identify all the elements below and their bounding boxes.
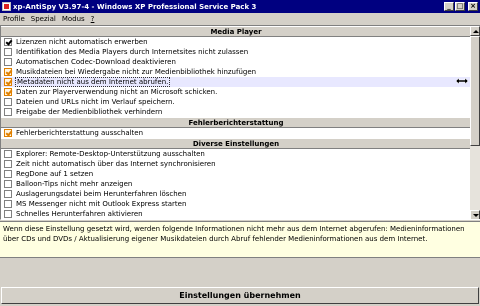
setting-checkbox[interactable] xyxy=(4,48,12,56)
settings-list-panel: Media Player Lizenzen nicht automatisch e… xyxy=(0,25,480,220)
settings-list: Media Player Lizenzen nicht automatisch e… xyxy=(1,26,471,220)
setting-row[interactable]: Auslagerungsdatei beim Herunterfahren lö… xyxy=(1,189,471,199)
setting-label: Fehlerberichterstattung ausschalten xyxy=(16,129,144,137)
setting-checkbox[interactable] xyxy=(4,200,12,208)
scroll-thumb[interactable] xyxy=(470,36,480,146)
section-header: Fehlerberichterstattung xyxy=(1,117,471,128)
setting-label: Freigabe der Medienbibliothek verhindern xyxy=(16,108,163,116)
resize-cursor-icon xyxy=(456,77,468,85)
menu-help[interactable]: ? xyxy=(91,15,95,23)
menu-bar: Profile Spezial Modus ? xyxy=(0,13,480,25)
setting-checkbox[interactable] xyxy=(4,180,12,188)
setting-label: Schnelles Herunterfahren aktivieren xyxy=(16,210,143,218)
setting-label: Zeit nicht automatisch über das Internet… xyxy=(16,160,216,168)
setting-label: Dateien und URLs nicht im Verlauf speich… xyxy=(16,98,175,106)
setting-label: RegDone auf 1 setzen xyxy=(16,170,94,178)
setting-label: Lizenzen nicht automatisch erwerben xyxy=(16,38,148,46)
setting-checkbox[interactable] xyxy=(4,170,12,178)
setting-row[interactable]: Metadaten nicht aus dem Internet abrufen… xyxy=(1,77,471,87)
minimize-button[interactable]: _ xyxy=(444,2,454,11)
section-header: Media Player xyxy=(1,26,471,37)
setting-checkbox[interactable] xyxy=(4,98,12,106)
setting-description: Wenn diese Einstellung gesetzt wird, wer… xyxy=(0,221,480,258)
setting-row[interactable]: Explorer: Remote-Desktop-Unterstützung a… xyxy=(1,149,471,159)
setting-row[interactable]: Musikdateien bei Wiedergabe nicht zur Me… xyxy=(1,67,471,77)
section-header: Diverse Einstellungen xyxy=(1,138,471,149)
setting-checkbox[interactable] xyxy=(4,68,12,76)
setting-row[interactable]: Lizenzen nicht automatisch erwerben xyxy=(1,37,471,47)
menu-profile[interactable]: Profile xyxy=(3,15,25,23)
setting-row[interactable]: Daten zur Playerverwendung nicht an Micr… xyxy=(1,87,471,97)
menu-modus[interactable]: Modus xyxy=(62,15,85,23)
setting-checkbox[interactable] xyxy=(4,58,12,66)
setting-label: Explorer: Remote-Desktop-Unterstützung a… xyxy=(16,150,205,158)
setting-row[interactable]: Dateien und URLs nicht im Verlauf speich… xyxy=(1,97,471,107)
setting-checkbox[interactable] xyxy=(4,88,12,96)
scroll-down-button[interactable] xyxy=(470,210,480,219)
menu-spezial[interactable]: Spezial xyxy=(31,15,56,23)
setting-label: Identifikation des Media Players durch I… xyxy=(16,48,249,56)
setting-label: Auslagerungsdatei beim Herunterfahren lö… xyxy=(16,190,187,198)
setting-checkbox[interactable] xyxy=(4,190,12,198)
setting-row[interactable]: Identifikation des Media Players durch I… xyxy=(1,47,471,57)
setting-row[interactable]: MS Messenger nicht mit Outlook Express s… xyxy=(1,199,471,209)
setting-row[interactable]: Fehlerberichterstattung ausschalten xyxy=(1,128,471,138)
setting-row[interactable]: Automatischen Codec-Download deaktiviere… xyxy=(1,57,471,67)
window-controls: _ □ × xyxy=(444,2,478,11)
setting-checkbox[interactable] xyxy=(4,129,12,137)
vertical-scrollbar[interactable] xyxy=(470,26,480,219)
setting-label: Automatischen Codec-Download deaktiviere… xyxy=(16,58,176,66)
setting-row[interactable]: Balloon-Tips nicht mehr anzeigen xyxy=(1,179,471,189)
window-title: xp-AntiSpy V3.97-4 - Windows XP Professi… xyxy=(13,2,257,11)
setting-label: Balloon-Tips nicht mehr anzeigen xyxy=(16,180,133,188)
apply-settings-button[interactable]: Einstellungen übernehmen xyxy=(1,287,479,304)
setting-row[interactable]: RegDone auf 1 setzen xyxy=(1,169,471,179)
title-bar: xp-AntiSpy V3.97-4 - Windows XP Professi… xyxy=(0,0,480,13)
setting-row[interactable]: Freigabe der Medienbibliothek verhindern xyxy=(1,107,471,117)
setting-checkbox[interactable] xyxy=(4,78,12,86)
setting-row[interactable]: Aufruf von Regedit nicht zulassen xyxy=(1,219,471,220)
setting-checkbox[interactable] xyxy=(4,108,12,116)
setting-checkbox[interactable] xyxy=(4,160,12,168)
close-button[interactable]: × xyxy=(468,2,478,11)
maximize-button[interactable]: □ xyxy=(455,2,465,11)
setting-row[interactable]: Schnelles Herunterfahren aktivieren xyxy=(1,209,471,219)
app-icon xyxy=(2,2,11,11)
setting-label: Daten zur Playerverwendung nicht an Micr… xyxy=(16,88,218,96)
setting-checkbox[interactable] xyxy=(4,38,12,46)
setting-checkbox[interactable] xyxy=(4,210,12,218)
setting-checkbox[interactable] xyxy=(4,150,12,158)
setting-row[interactable]: Zeit nicht automatisch über das Internet… xyxy=(1,159,471,169)
setting-label: MS Messenger nicht mit Outlook Express s… xyxy=(16,200,187,208)
scroll-up-button[interactable] xyxy=(470,26,480,36)
setting-label: Musikdateien bei Wiedergabe nicht zur Me… xyxy=(16,68,257,76)
setting-label: Metadaten nicht aus dem Internet abrufen… xyxy=(14,77,171,87)
